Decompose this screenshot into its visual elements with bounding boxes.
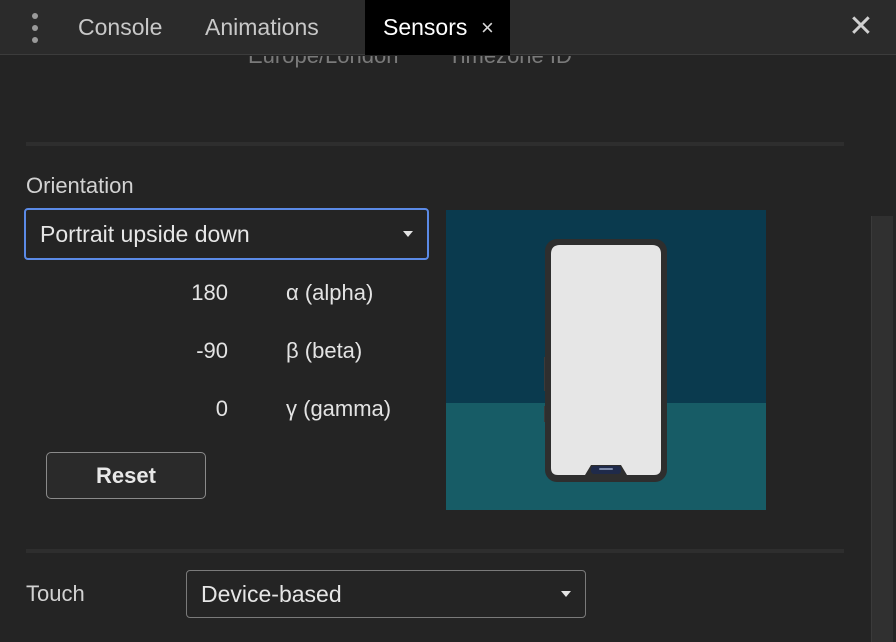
tab-console[interactable]: Console: [78, 0, 162, 55]
phone-icon: [544, 239, 667, 482]
more-vertical-icon[interactable]: [28, 13, 42, 43]
touch-select-value: Device-based: [201, 581, 342, 607]
orientation-title: Orientation: [26, 173, 134, 198]
caret-down-icon: [561, 591, 571, 597]
beta-input[interactable]: -90: [140, 338, 228, 364]
alpha-label: α (alpha): [286, 280, 374, 305]
beta-label: β (beta): [286, 338, 363, 363]
gamma-label: γ (gamma): [286, 396, 392, 421]
section-divider: [26, 142, 844, 146]
timezone-label: Timezone ID: [448, 56, 572, 69]
alpha-input[interactable]: 180: [140, 280, 228, 306]
tab-sensors[interactable]: Sensors ×: [365, 0, 510, 55]
touch-select[interactable]: Device-based: [186, 570, 586, 618]
close-drawer-icon[interactable]: ✕: [846, 10, 876, 44]
close-tab-icon[interactable]: ×: [481, 0, 494, 55]
scrollbar[interactable]: [868, 56, 896, 642]
scrollbar-thumb[interactable]: [871, 216, 893, 642]
gamma-input[interactable]: 0: [140, 396, 228, 422]
devtools-drawer: Console Animations Sensors × ✕ Europe/Lo…: [0, 0, 896, 642]
reset-button[interactable]: Reset: [46, 452, 206, 499]
timezone-input[interactable]: Europe/London: [248, 56, 398, 69]
drawer-tab-bar: Console Animations Sensors × ✕: [0, 0, 896, 55]
tab-animations[interactable]: Animations: [205, 0, 319, 55]
orientation-select-value: Portrait upside down: [40, 221, 250, 247]
orientation-preview[interactable]: [446, 210, 766, 510]
touch-label: Touch: [26, 581, 85, 606]
section-divider: [26, 549, 844, 553]
tab-sensors-label: Sensors: [383, 14, 468, 40]
caret-down-icon: [403, 231, 413, 237]
orientation-select[interactable]: Portrait upside down: [24, 208, 429, 260]
timezone-row: Europe/London Timezone ID: [0, 56, 870, 72]
